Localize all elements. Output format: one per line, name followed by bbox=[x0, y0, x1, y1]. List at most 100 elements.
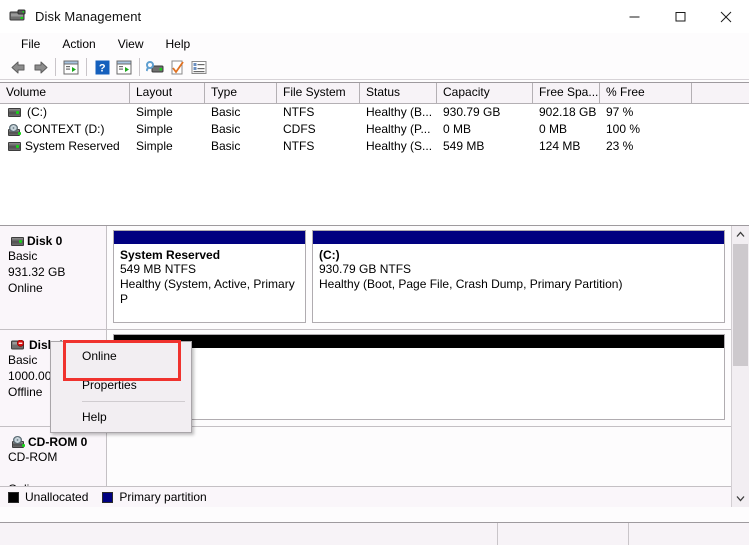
scroll-up-button[interactable] bbox=[732, 226, 749, 243]
toolbar-separator bbox=[55, 58, 56, 76]
minimize-button[interactable] bbox=[611, 0, 657, 33]
maximize-button[interactable] bbox=[657, 0, 703, 33]
column-header-blank[interactable] bbox=[692, 83, 749, 103]
highlight-box-online bbox=[63, 340, 181, 381]
menu-bar: File Action View Help bbox=[0, 33, 749, 55]
partition-status: Healthy (Boot, Page File, Crash Dump, Pr… bbox=[319, 277, 623, 291]
window-title: Disk Management bbox=[35, 9, 142, 24]
hard-drive-icon bbox=[8, 142, 21, 151]
status-cell: Healthy (P... bbox=[366, 122, 431, 136]
volume-name: (C:) bbox=[27, 105, 47, 119]
toolbar-separator bbox=[139, 58, 140, 76]
context-menu-item-help[interactable]: Help bbox=[51, 403, 191, 432]
disk-partitions-disk-1 bbox=[107, 330, 731, 426]
column-header-file-system[interactable]: File System bbox=[277, 83, 360, 103]
disk-partitions-disk-0: System Reserved 549 MB NTFS Healthy (Sys… bbox=[107, 226, 731, 329]
close-button[interactable] bbox=[703, 0, 749, 33]
cd-rom-icon bbox=[11, 436, 25, 448]
menu-help[interactable]: Help bbox=[155, 35, 202, 54]
partition-c-drive[interactable]: (C:) 930.79 GB NTFS Healthy (Boot, Page … bbox=[312, 230, 725, 323]
legend-label-unallocated: Unallocated bbox=[25, 490, 89, 504]
percent-free-cell: 97 % bbox=[606, 105, 634, 119]
hard-drive-icon bbox=[11, 236, 24, 246]
partition-unallocated[interactable] bbox=[113, 334, 725, 420]
help-icon[interactable]: ? bbox=[91, 57, 113, 78]
disk-info-disk-0[interactable]: Disk 0 Basic 931.32 GB Online bbox=[0, 226, 107, 329]
table-row[interactable]: (C:) Simple Basic NTFS Healthy (B... 930… bbox=[0, 104, 749, 121]
capacity-cell: 0 MB bbox=[443, 122, 472, 136]
percent-free-cell: 100 % bbox=[606, 122, 641, 136]
legend-swatch-unallocated bbox=[8, 491, 19, 503]
free-space-cell: 0 MB bbox=[539, 122, 568, 136]
cd-rom-icon bbox=[7, 123, 21, 136]
forward-icon[interactable] bbox=[29, 57, 51, 78]
toolbar-separator bbox=[86, 58, 87, 76]
partition-label: (C:) bbox=[319, 248, 340, 262]
status-cell: Healthy (B... bbox=[366, 105, 433, 119]
disk-management-icon bbox=[9, 9, 27, 25]
show-hide-action-pane-icon[interactable] bbox=[113, 57, 135, 78]
menu-view[interactable]: View bbox=[107, 35, 155, 54]
disk-type: Basic bbox=[8, 249, 38, 263]
back-icon[interactable] bbox=[7, 57, 29, 78]
table-row[interactable]: System Reserved Simple Basic NTFS Health… bbox=[0, 138, 749, 155]
legend-label-primary-partition: Primary partition bbox=[119, 490, 207, 504]
hard-drive-error-icon bbox=[11, 339, 26, 351]
partition-system-reserved[interactable]: System Reserved 549 MB NTFS Healthy (Sys… bbox=[113, 230, 306, 323]
column-header-type[interactable]: Type bbox=[205, 83, 277, 103]
disk-partitions-cd-rom-0 bbox=[107, 427, 731, 488]
partition-label: System Reserved bbox=[120, 248, 221, 262]
show-hide-console-tree-icon[interactable] bbox=[60, 57, 82, 78]
graphical-view-scrollbar[interactable] bbox=[731, 226, 749, 507]
disk-size bbox=[8, 465, 106, 481]
free-space-cell: 902.18 GB bbox=[539, 105, 597, 119]
disk-title-disk-0: Disk 0 bbox=[8, 234, 106, 248]
type-cell: Basic bbox=[211, 139, 241, 153]
column-header-capacity[interactable]: Capacity bbox=[437, 83, 533, 103]
column-header-layout[interactable]: Layout bbox=[130, 83, 205, 103]
disk-title-cd-rom-0: CD-ROM 0 bbox=[8, 435, 106, 449]
legend-swatch-primary-partition bbox=[102, 491, 114, 503]
table-row[interactable]: CONTEXT (D:) Simple Basic CDFS Healthy (… bbox=[0, 121, 749, 138]
column-header-free-space[interactable]: Free Spa... bbox=[533, 83, 600, 103]
layout-cell: Simple bbox=[136, 139, 173, 153]
disk-management-window: Disk Management File Action View Help ? … bbox=[0, 0, 749, 545]
partition-color-bar bbox=[114, 335, 724, 348]
volume-cell[interactable]: System Reserved bbox=[0, 138, 130, 155]
partition-size: 930.79 GB NTFS bbox=[319, 262, 412, 276]
scrollbar-thumb[interactable] bbox=[733, 244, 748, 366]
percent-free-cell: 23 % bbox=[606, 139, 634, 153]
partition-color-bar bbox=[313, 231, 724, 244]
volume-cell[interactable]: (C:) bbox=[0, 104, 130, 121]
capacity-cell: 549 MB bbox=[443, 139, 485, 153]
volume-list-header: Volume Layout Type File System Status Ca… bbox=[0, 83, 749, 104]
type-cell: Basic bbox=[211, 122, 241, 136]
window-controls bbox=[611, 0, 749, 33]
volume-name: CONTEXT (D:) bbox=[24, 122, 105, 136]
disk-name: CD-ROM 0 bbox=[28, 435, 88, 449]
all-tasks-icon[interactable] bbox=[188, 57, 210, 78]
properties-icon[interactable] bbox=[166, 57, 188, 78]
menu-file[interactable]: File bbox=[10, 35, 51, 54]
disk-info-cd-rom-0[interactable]: CD-ROM 0 CD-ROM Online bbox=[0, 427, 107, 496]
volume-cell[interactable]: CONTEXT (D:) bbox=[0, 121, 130, 138]
scroll-down-button[interactable] bbox=[732, 490, 749, 507]
menu-action[interactable]: Action bbox=[51, 35, 106, 54]
column-header-volume[interactable]: Volume bbox=[0, 83, 130, 103]
status-bar-section-3 bbox=[629, 523, 749, 545]
disk-row-cd-rom-0[interactable]: CD-ROM 0 CD-ROM Online bbox=[0, 427, 731, 496]
hard-drive-icon bbox=[8, 108, 21, 117]
svg-text:?: ? bbox=[98, 62, 105, 74]
file-system-cell: NTFS bbox=[283, 139, 315, 153]
partition-size: 549 MB NTFS bbox=[120, 262, 197, 276]
column-header-percent-free[interactable]: % Free bbox=[600, 83, 692, 103]
column-header-status[interactable]: Status bbox=[360, 83, 437, 103]
rescan-disks-icon[interactable] bbox=[144, 57, 166, 78]
title-bar: Disk Management bbox=[0, 0, 749, 33]
toolbar: ? bbox=[0, 55, 749, 80]
free-space-cell: 124 MB bbox=[539, 139, 581, 153]
volume-list-pane: Volume Layout Type File System Status Ca… bbox=[0, 82, 749, 226]
status-bar bbox=[0, 522, 749, 545]
disk-row-disk-0[interactable]: Disk 0 Basic 931.32 GB Online System Res… bbox=[0, 226, 731, 330]
file-system-cell: CDFS bbox=[283, 122, 316, 136]
